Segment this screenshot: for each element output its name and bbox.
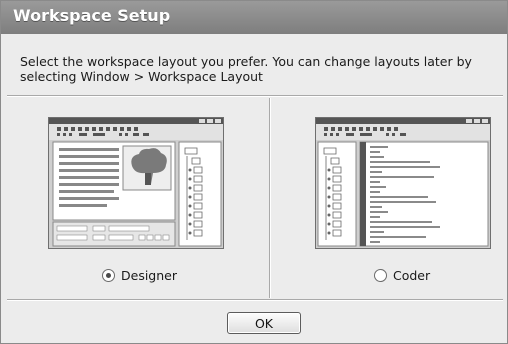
ok-button[interactable]: OK [227,312,301,334]
coder-layout-preview-icon[interactable] [315,117,491,249]
designer-preview-graphic [49,118,223,247]
top-separator [7,95,503,97]
dialog-title: Workspace Setup [13,6,171,25]
designer-radio-row[interactable]: Designer [102,268,177,283]
coder-preview-graphic [316,118,490,247]
coder-radio[interactable] [374,269,387,282]
coder-label[interactable]: Coder [393,268,430,283]
instructions-text: Select the workspace layout you prefer. … [20,54,472,84]
designer-layout-preview-icon[interactable] [48,117,224,249]
coder-radio-row[interactable]: Coder [374,268,430,283]
coder-option[interactable]: Coder [271,98,503,298]
designer-label[interactable]: Designer [121,268,177,283]
designer-option[interactable]: Designer [7,98,269,298]
designer-radio[interactable] [102,269,115,282]
workspace-setup-dialog: Workspace Setup Select the workspace lay… [0,0,508,344]
bottom-separator [7,299,503,301]
title-bar[interactable]: Workspace Setup [1,1,507,34]
dialog-content: Select the workspace layout you prefer. … [7,34,503,339]
